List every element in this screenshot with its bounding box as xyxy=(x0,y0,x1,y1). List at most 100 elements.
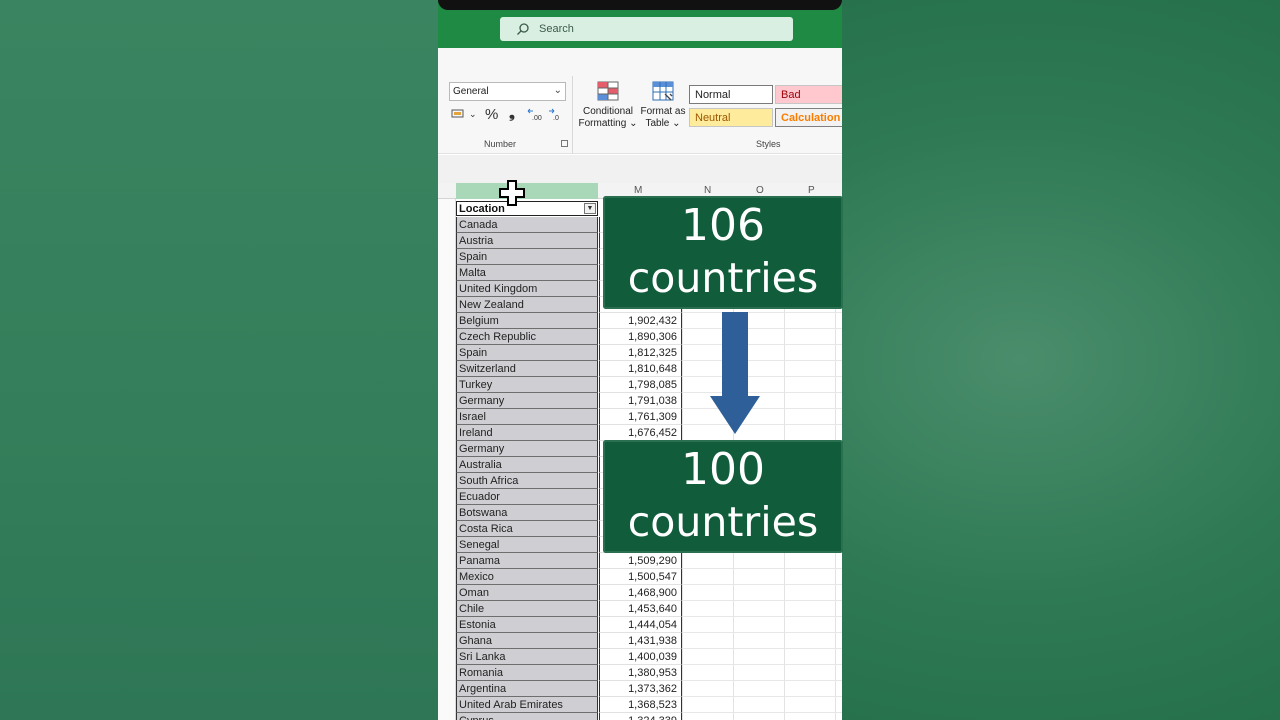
value-cell[interactable]: 1,812,325 xyxy=(599,345,682,361)
location-cell[interactable]: Germany xyxy=(456,393,598,409)
value-cell[interactable]: 1,400,039 xyxy=(599,649,682,665)
location-cell[interactable]: Spain xyxy=(456,345,598,361)
location-cell[interactable]: Malta xyxy=(456,265,598,281)
value-cell[interactable]: 1,798,085 xyxy=(599,377,682,393)
location-cell[interactable]: Ghana xyxy=(456,633,598,649)
value-cell[interactable]: 1,453,640 xyxy=(599,601,682,617)
comma-style-button[interactable]: ❟ xyxy=(509,105,515,122)
decrease-decimal-icon: .0 xyxy=(549,108,559,122)
value-cell[interactable]: 1,468,900 xyxy=(599,585,682,601)
value-cell[interactable]: 1,324,339 xyxy=(599,713,682,720)
location-column-header[interactable]: Location ▼ xyxy=(456,201,598,216)
conditional-formatting-icon xyxy=(597,81,619,101)
number-group-label: Number xyxy=(484,139,517,149)
value-cell[interactable]: 1,761,309 xyxy=(599,409,682,425)
format-as-table-button[interactable]: Format as Table ⌄ xyxy=(639,80,687,130)
search-input[interactable]: Search xyxy=(500,17,793,41)
location-cell[interactable]: Czech Republic xyxy=(456,329,598,345)
chevron-down-icon[interactable]: ⌄ xyxy=(469,109,477,120)
location-cell[interactable]: Senegal xyxy=(456,537,598,553)
location-cell[interactable]: Botswana xyxy=(456,505,598,521)
value-cell[interactable]: 1,791,038 xyxy=(599,393,682,409)
value-cell[interactable]: 1,902,432 xyxy=(599,313,682,329)
filter-dropdown-icon[interactable]: ▼ xyxy=(584,203,596,214)
format-as-table-label-2: Table xyxy=(645,118,670,129)
number-format-value: General xyxy=(453,86,489,97)
location-cell[interactable]: United Kingdom xyxy=(456,281,598,297)
location-cell[interactable]: Switzerland xyxy=(456,361,598,377)
number-dialog-launcher-icon[interactable] xyxy=(561,140,568,147)
location-cell[interactable]: Estonia xyxy=(456,617,598,633)
grid-line xyxy=(683,712,842,713)
location-cell[interactable]: Mexico xyxy=(456,569,598,585)
format-as-table-icon xyxy=(652,81,674,101)
location-cell[interactable]: Oman xyxy=(456,585,598,601)
accounting-format-button[interactable] xyxy=(451,108,465,123)
grid-line xyxy=(683,584,842,585)
search-placeholder: Search xyxy=(539,23,574,35)
grid-line xyxy=(683,328,842,329)
decrease-decimal-button[interactable]: .0 xyxy=(548,108,564,125)
value-cell[interactable]: 1,373,362 xyxy=(599,681,682,697)
style-bad[interactable]: Bad xyxy=(775,85,842,104)
location-cell[interactable]: Chile xyxy=(456,601,598,617)
location-cell[interactable]: Spain xyxy=(456,249,598,265)
location-cell[interactable]: Sri Lanka xyxy=(456,649,598,665)
callout-after-word: countries xyxy=(627,498,819,546)
location-cell[interactable]: New Zealand xyxy=(456,297,598,313)
search-icon xyxy=(517,23,529,35)
grid-line xyxy=(683,696,842,697)
location-cell[interactable]: Panama xyxy=(456,553,598,569)
background-left xyxy=(0,0,438,720)
value-cell[interactable]: 1,500,547 xyxy=(599,569,682,585)
grid-line xyxy=(683,616,842,617)
value-cell[interactable]: 1,444,054 xyxy=(599,617,682,633)
location-cell[interactable]: Austria xyxy=(456,233,598,249)
location-cell[interactable]: Israel xyxy=(456,409,598,425)
selected-column-header[interactable] xyxy=(456,183,598,199)
style-normal[interactable]: Normal xyxy=(689,85,773,104)
column-header-o[interactable]: O xyxy=(756,185,764,196)
location-cell[interactable]: Germany xyxy=(456,441,598,457)
value-cell[interactable]: 1,810,648 xyxy=(599,361,682,377)
down-arrow-icon xyxy=(710,312,760,434)
grid-line xyxy=(683,664,842,665)
value-cell[interactable]: 1,368,523 xyxy=(599,697,682,713)
conditional-formatting-button[interactable]: Conditional Formatting ⌄ xyxy=(578,80,638,130)
callout-after-number: 100 xyxy=(681,444,765,495)
location-cell[interactable]: Ecuador xyxy=(456,489,598,505)
number-format-dropdown[interactable]: General ⌄ xyxy=(449,82,566,101)
column-header-n[interactable]: N xyxy=(704,185,711,196)
accounting-icon xyxy=(451,109,464,118)
value-cell[interactable]: 1,676,452 xyxy=(599,425,682,441)
format-as-table-label-1: Format as xyxy=(640,106,686,117)
excel-window: Search General ⌄ ⌄ % ❟ .00 .0 Number Con… xyxy=(438,0,842,720)
value-cell[interactable]: 1,890,306 xyxy=(599,329,682,345)
location-cell[interactable]: Ireland xyxy=(456,425,598,441)
style-neutral[interactable]: Neutral xyxy=(689,108,773,127)
value-cell[interactable]: 1,509,290 xyxy=(599,553,682,569)
location-cell[interactable]: Australia xyxy=(456,457,598,473)
ribbon-divider xyxy=(572,76,573,154)
location-cell[interactable]: Canada xyxy=(456,217,598,233)
location-cell[interactable]: United Arab Emirates xyxy=(456,697,598,713)
location-cell[interactable]: South Africa xyxy=(456,473,598,489)
grid-line xyxy=(683,360,842,361)
percent-button[interactable]: % xyxy=(485,106,498,123)
style-calculation[interactable]: Calculation xyxy=(775,108,842,127)
chevron-down-icon: ⌄ xyxy=(553,85,562,96)
callout-after: 100 countries xyxy=(603,440,843,553)
value-cell[interactable]: 1,380,953 xyxy=(599,665,682,681)
location-cell[interactable]: Argentina xyxy=(456,681,598,697)
value-cell[interactable]: 1,431,938 xyxy=(599,633,682,649)
location-cell[interactable]: Cyprus xyxy=(456,713,598,720)
location-cell[interactable]: Turkey xyxy=(456,377,598,393)
location-cell[interactable]: Belgium xyxy=(456,313,598,329)
column-header-p[interactable]: P xyxy=(808,185,815,196)
increase-decimal-button[interactable]: .00 xyxy=(527,108,543,125)
location-cell[interactable]: Romania xyxy=(456,665,598,681)
column-header-m[interactable]: M xyxy=(634,185,642,196)
grid-line xyxy=(683,408,842,409)
grid-line xyxy=(683,680,842,681)
location-cell[interactable]: Costa Rica xyxy=(456,521,598,537)
